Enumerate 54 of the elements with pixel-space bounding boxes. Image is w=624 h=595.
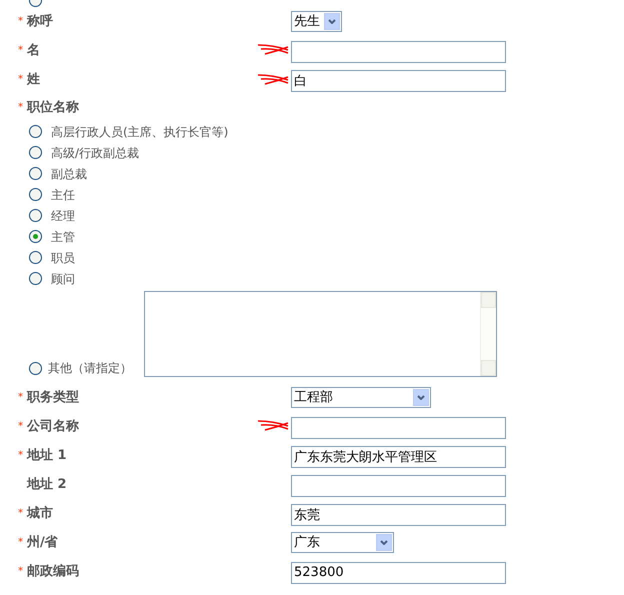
field-label: 地址 1 [27,446,67,465]
radio-button[interactable] [29,362,42,374]
text-area[interactable] [144,291,497,377]
radio-button[interactable] [29,209,42,222]
dropdown[interactable]: 先生 [291,11,342,32]
field-label: 名 [27,42,40,60]
option-label: 其他（请指定） [48,360,132,377]
option-label: 高级/行政副总裁 [51,144,140,162]
input-field[interactable]: 东莞 [291,504,506,526]
field-label: 称呼 [27,12,53,31]
radio-button[interactable] [29,272,42,285]
input-field[interactable] [291,474,506,497]
option-label: 顾问 [51,270,75,288]
required-mark: * [18,566,23,577]
required-mark: * [18,537,23,548]
chevron-down-icon [376,534,392,551]
required-mark: * [18,102,23,113]
radio-button[interactable] [29,251,42,264]
radio-button[interactable] [29,125,42,138]
required-mark: * [18,16,23,27]
required-mark: * [18,508,23,519]
scrollbar[interactable] [480,292,496,376]
input-field[interactable]: 白 [291,70,506,92]
input-field[interactable]: 广东东莞大朗水平管理区 [291,446,506,468]
radio-button[interactable] [29,230,42,243]
radio-button[interactable] [29,146,42,159]
required-mark: * [18,421,23,432]
option-label: 副总裁 [51,166,87,182]
option-label: 职员 [51,250,75,266]
field-label: 职务类型 [27,388,79,407]
required-mark: * [18,392,23,403]
dropdown[interactable]: 工程部 [291,387,431,408]
required-mark: * [18,450,23,461]
option-label: 经理 [51,208,75,224]
input-field[interactable]: 523800 [291,562,506,584]
required-mark: * [18,74,23,85]
field-label: 地址 2 [27,476,67,494]
field-label: 职位名称 [27,98,79,117]
radio-button[interactable] [29,188,42,201]
option-label: 主任 [51,186,75,204]
required-mark: * [18,45,23,56]
input-field[interactable] [291,416,506,439]
field-label: 姓 [27,70,40,89]
field-label: 州/省 [27,534,58,552]
input-field[interactable] [291,40,506,63]
dropdown[interactable]: 广东 [291,532,394,553]
radio-button[interactable] [29,167,42,180]
chevron-down-icon [413,389,429,406]
option-label: 高层行政人员(主席、执行长官等) [51,124,228,140]
field-label: 邮政编码 [27,562,79,581]
option-label: 主管 [51,228,75,246]
field-label: 公司名称 [27,418,79,436]
chevron-down-icon [324,13,340,30]
field-label: 城市 [27,504,53,523]
